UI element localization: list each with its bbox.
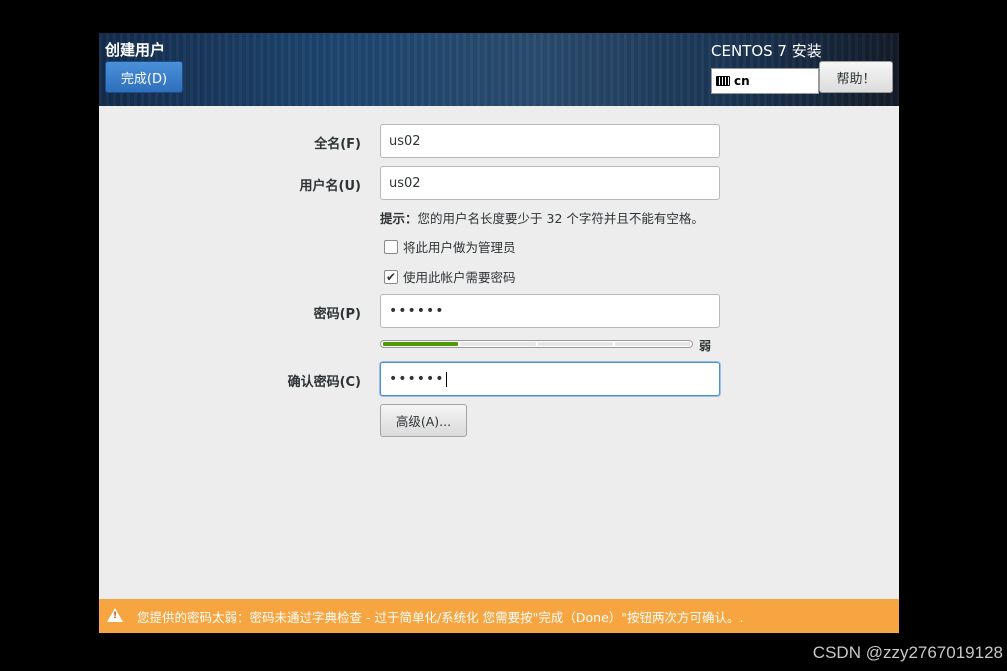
admin-checkbox-label: 将此用户做为管理员: [403, 240, 516, 255]
warning-bar[interactable]: ! 您提供的密码太弱：密码未通过字典检查 - 过于简单化/系统化 您需要按"完成…: [99, 599, 899, 633]
hint-text: 您的用户名长度要少于 32 个字符并且不能有空格。: [417, 211, 704, 226]
header-bar: 创建用户 完成(D) CENTOS 7 安装 cn 帮助！: [99, 33, 899, 106]
help-button[interactable]: 帮助！: [819, 61, 893, 93]
strength-segment: [460, 342, 536, 346]
warning-text: 您提供的密码太弱：密码未通过字典检查 - 过于简单化/系统化 您需要按"完成（D…: [137, 609, 744, 625]
watermark: CSDN @zzy2767019128: [812, 643, 1003, 662]
username-value: us02: [389, 175, 421, 191]
username-field[interactable]: us02: [380, 166, 720, 200]
strength-segment: [537, 342, 613, 346]
fullname-value: us02: [389, 133, 421, 149]
confirm-password-label: 确认密码(C): [287, 375, 361, 390]
page-title: 创建用户: [105, 41, 166, 59]
keyboard-layout-indicator[interactable]: cn: [711, 68, 819, 94]
require-password-checkbox-row[interactable]: ✔ 使用此帐户需要密码: [384, 267, 516, 286]
text-cursor: [445, 371, 447, 387]
product-title: CENTOS 7 安装: [711, 42, 822, 60]
fullname-field[interactable]: us02: [380, 124, 720, 158]
password-value: ••••••: [389, 303, 445, 319]
confirm-password-field[interactable]: ••••••: [380, 362, 720, 396]
advanced-button[interactable]: 高级(A)...: [380, 404, 467, 437]
confirm-password-value: ••••••: [389, 371, 445, 387]
hint-prefix: 提示：: [380, 211, 418, 226]
require-password-label: 使用此帐户需要密码: [403, 270, 516, 285]
password-field[interactable]: ••••••: [380, 294, 720, 328]
admin-checkbox-row[interactable]: 将此用户做为管理员: [384, 237, 516, 256]
admin-checkbox[interactable]: [384, 239, 398, 254]
password-strength-bar: [380, 340, 693, 348]
password-label: 密码(P): [313, 307, 361, 322]
create-user-window: 创建用户 完成(D) CENTOS 7 安装 cn 帮助！ 全名(F) us02…: [99, 33, 899, 633]
strength-segment: [383, 342, 459, 346]
fullname-label: 全名(F): [314, 137, 361, 152]
done-button[interactable]: 完成(D): [105, 61, 183, 93]
keyboard-layout-label: cn: [734, 74, 750, 88]
require-password-checkbox[interactable]: ✔: [384, 269, 398, 284]
password-strength-label: 弱: [699, 339, 712, 353]
username-hint: 提示：您的用户名长度要少于 32 个字符并且不能有空格。: [380, 208, 704, 227]
warning-icon: !: [107, 608, 123, 624]
keyboard-icon: [716, 76, 730, 86]
username-label: 用户名(U): [299, 179, 361, 194]
strength-segment: [614, 342, 690, 346]
